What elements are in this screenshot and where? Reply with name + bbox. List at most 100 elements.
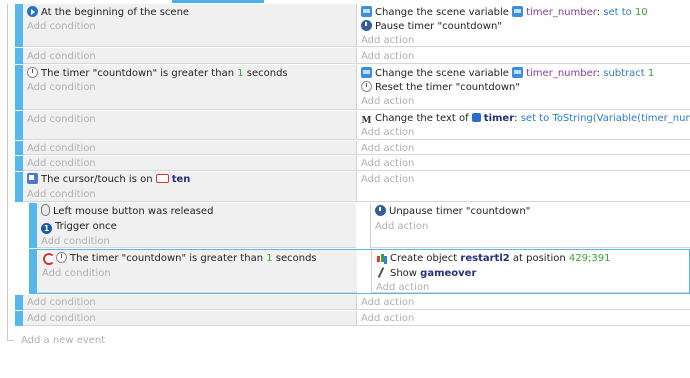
action[interactable]: Change the scene variable timer_number: … (361, 5, 688, 20)
action[interactable]: Pause timer "countdown" (361, 19, 688, 34)
condition[interactable]: At the beginning of the scene (27, 5, 354, 20)
event-1[interactable]: At the beginning of the scene Add condit… (15, 4, 690, 47)
variable-icon (512, 6, 524, 17)
sub-event-2[interactable]: The timer "countdown" is greater than 1 … (29, 249, 690, 294)
event-5[interactable]: Add condition Add action (15, 141, 690, 155)
add-action-link[interactable]: Add action (361, 156, 688, 171)
show-icon (376, 267, 387, 278)
event-drag-handle[interactable] (15, 141, 23, 155)
event-tree-elbow (7, 340, 14, 341)
actions-pane[interactable]: Add action (356, 48, 690, 64)
event-drag-handle[interactable] (15, 295, 23, 310)
add-condition-link[interactable]: Add condition (27, 19, 354, 34)
variable-icon (361, 6, 372, 17)
add-event-link[interactable]: Add a new event (21, 335, 105, 346)
add-condition-link[interactable]: Add condition (27, 112, 354, 127)
actions-pane[interactable]: Add action (356, 141, 690, 155)
condition[interactable]: The timer "countdown" is greater than 1 … (42, 251, 355, 266)
active-tab-indicator (172, 0, 264, 3)
conditions-pane[interactable]: Add condition (23, 311, 356, 326)
event-tree-line (7, 4, 8, 341)
add-action-link[interactable]: Add action (375, 219, 688, 234)
add-condition-link[interactable]: Add condition (27, 80, 354, 95)
actions-pane[interactable]: Add action (356, 172, 690, 202)
actions-pane[interactable]: Change the scene variable timer_number: … (356, 65, 690, 110)
conditions-pane[interactable]: Add condition (23, 295, 356, 310)
conditions-pane[interactable]: Add condition (23, 111, 356, 140)
condition[interactable]: Left mouse button was released (41, 204, 354, 219)
add-action-link[interactable]: Add action (361, 172, 688, 187)
event-drag-handle[interactable] (29, 203, 37, 248)
conditions-pane[interactable]: The timer "countdown" is greater than 1 … (38, 250, 357, 293)
condition[interactable]: The cursor/touch is on ten (27, 172, 354, 187)
add-condition-link[interactable]: Add condition (27, 49, 354, 64)
event-drag-handle[interactable] (29, 249, 37, 294)
action[interactable]: Change the scene variable timer_number: … (361, 66, 688, 81)
timer-icon (27, 67, 38, 78)
cursor-touch-icon (27, 173, 38, 184)
conditions-pane[interactable]: The timer "countdown" is greater than 1 … (23, 65, 356, 110)
timer-icon (361, 81, 372, 92)
timer-icon (56, 252, 67, 263)
actions-pane[interactable]: Create object restartl2 at position 429;… (371, 250, 689, 293)
add-condition-link[interactable]: Add condition (27, 311, 354, 326)
add-condition-link[interactable]: Add condition (27, 295, 354, 310)
conditions-pane[interactable]: Add condition (23, 48, 356, 64)
conditions-pane[interactable]: Add condition (23, 156, 356, 171)
conditions-pane[interactable]: The cursor/touch is on ten Add condition (23, 172, 356, 202)
variable-icon (361, 67, 372, 78)
timer-icon (361, 20, 372, 31)
sub-event-1[interactable]: Left mouse button was released 1 Trigger … (29, 203, 690, 248)
event-2[interactable]: Add condition Add action (15, 48, 690, 64)
event-drag-handle[interactable] (15, 311, 23, 326)
event-drag-handle[interactable] (15, 4, 23, 47)
add-action-link[interactable]: Add action (361, 94, 688, 109)
add-condition-link[interactable]: Add condition (27, 156, 354, 171)
add-condition-link[interactable]: Add condition (41, 234, 354, 249)
scene-start-icon (27, 6, 38, 17)
actions-pane[interactable]: Unpause timer "countdown" Add action (370, 203, 690, 248)
event-8[interactable]: Add condition Add action (15, 295, 690, 310)
actions-pane[interactable]: Add action (356, 295, 690, 310)
action[interactable]: Create object restartl2 at position 429;… (376, 251, 687, 266)
actions-pane[interactable]: Add action (356, 311, 690, 326)
add-action-link[interactable]: Add action (361, 295, 688, 310)
add-action-link[interactable]: Add action (361, 141, 688, 156)
action[interactable]: Reset the timer "countdown" (361, 80, 688, 95)
event-drag-handle[interactable] (15, 156, 23, 171)
add-action-link[interactable]: Add action (361, 33, 688, 48)
event-drag-handle[interactable] (15, 172, 23, 202)
timer-icon (375, 205, 386, 216)
action[interactable]: Unpause timer "countdown" (375, 204, 688, 219)
actions-pane[interactable]: Add action (356, 156, 690, 171)
variable-icon (512, 67, 524, 78)
event-3[interactable]: The timer "countdown" is greater than 1 … (15, 65, 690, 110)
add-condition-link[interactable]: Add condition (27, 187, 354, 202)
condition[interactable]: The timer "countdown" is greater than 1 … (27, 66, 354, 81)
conditions-pane[interactable]: Left mouse button was released 1 Trigger … (37, 203, 356, 248)
add-action-link[interactable]: Add action (361, 49, 688, 64)
add-condition-link[interactable]: Add condition (27, 141, 354, 156)
conditions-pane[interactable]: At the beginning of the scene Add condit… (23, 4, 356, 47)
action[interactable]: M Change the text of timer: set to ToStri… (361, 111, 690, 126)
event-drag-handle[interactable] (15, 111, 23, 140)
action[interactable]: Show gameover (376, 266, 687, 281)
invert-condition-icon (42, 252, 55, 265)
add-condition-link[interactable]: Add condition (42, 266, 355, 281)
actions-pane[interactable]: Change the scene variable timer_number: … (356, 4, 690, 47)
add-action-link[interactable]: Add action (361, 125, 688, 140)
actions-pane[interactable]: M Change the text of timer: set to ToStri… (356, 111, 690, 140)
add-action-link[interactable]: Add action (361, 311, 688, 326)
event-4[interactable]: Add condition M Change the text of timer:… (15, 111, 690, 140)
object-icon (471, 113, 481, 122)
mouse-icon (41, 204, 50, 216)
event-9[interactable]: Add condition Add action (15, 311, 690, 326)
condition[interactable]: 1 Trigger once (41, 219, 354, 234)
event-drag-handle[interactable] (15, 65, 23, 110)
conditions-pane[interactable]: Add condition (23, 141, 356, 155)
trigger-once-icon: 1 (41, 223, 52, 234)
event-6[interactable]: Add condition Add action (15, 156, 690, 171)
add-action-link[interactable]: Add action (376, 280, 687, 295)
event-drag-handle[interactable] (15, 48, 23, 64)
event-7[interactable]: The cursor/touch is on ten Add condition… (15, 172, 690, 202)
